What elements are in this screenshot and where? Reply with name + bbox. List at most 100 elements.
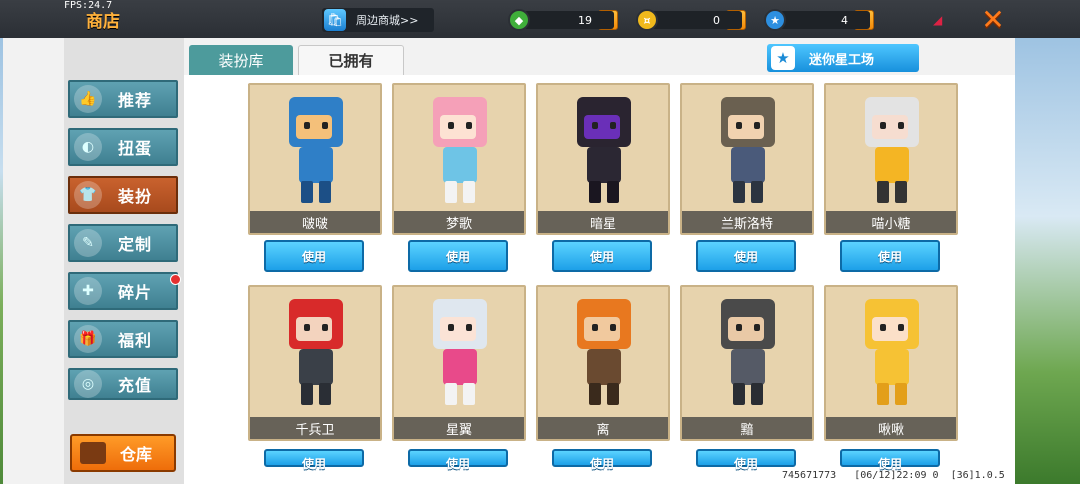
skin-avatar — [719, 297, 777, 407]
scene-right — [1015, 38, 1080, 484]
use-button[interactable]: 使用 — [696, 449, 796, 471]
use-button[interactable]: 使用 — [552, 240, 652, 272]
avatar-leg — [301, 181, 313, 203]
skin-name: 啾啾 — [826, 417, 956, 439]
sidebar-item-outfit[interactable]: 👕 装扮 — [68, 176, 178, 214]
skin-avatar — [575, 95, 633, 205]
skin-name: 星翼 — [394, 417, 524, 439]
sidebar-item-recharge[interactable]: ◎ 充值 — [68, 368, 178, 400]
skin-name: 千兵卫 — [250, 417, 380, 439]
tab-owned[interactable]: 已拥有 — [298, 45, 404, 75]
merch-mall-button[interactable]: 🛍 周边商城>> — [322, 8, 434, 32]
merch-mall-label: 周边商城>> — [356, 14, 419, 27]
avatar-leg — [445, 181, 457, 203]
skin-card[interactable]: 暗星 — [536, 83, 670, 235]
avatar-leg — [895, 383, 907, 405]
avatar-eye — [448, 324, 454, 331]
avatar-eye — [322, 324, 328, 331]
skin-avatar — [431, 297, 489, 407]
chest-icon — [80, 442, 106, 464]
build-info: 745671773 [06/12]22:09 0 [36]1.0.5 — [782, 470, 1005, 481]
skin-card[interactable]: 喵小糖 — [824, 83, 958, 235]
skin-card[interactable]: 离 — [536, 285, 670, 441]
sidebar-item-recommend[interactable]: 👍 推荐 — [68, 80, 178, 118]
capsule-icon: ◐ — [74, 133, 102, 161]
use-button[interactable]: 使用 — [840, 449, 940, 471]
use-button[interactable]: 使用 — [840, 240, 940, 272]
avatar-body — [875, 349, 909, 385]
skin-name: 梦歌 — [394, 211, 524, 233]
avatar-leg — [877, 181, 889, 203]
shirt-icon: 👕 — [74, 181, 102, 209]
use-button[interactable]: 使用 — [264, 240, 364, 272]
skin-card[interactable]: 啵啵 — [248, 83, 382, 235]
currency-star: ★ 4 + — [764, 9, 874, 31]
skin-name: 暗星 — [538, 211, 668, 233]
avatar-eye — [610, 324, 616, 331]
avatar-leg — [463, 383, 475, 405]
avatar-eye — [754, 122, 760, 129]
skin-avatar — [575, 297, 633, 407]
sidebar-item-fragments[interactable]: ✚ 碎片 — [68, 272, 178, 310]
sidebar-item-label: 碎片 — [118, 283, 153, 302]
skin-name: 离 — [538, 417, 668, 439]
avatar-eye — [466, 324, 472, 331]
avatar-eye — [448, 122, 454, 129]
thumbs-up-icon: 👍 — [74, 85, 102, 113]
avatar-leg — [895, 181, 907, 203]
close-button[interactable]: ✕ — [974, 2, 1012, 36]
sidebar-item-custom[interactable]: ✎ 定制 — [68, 224, 178, 262]
skin-card[interactable]: 黯 — [680, 285, 814, 441]
use-button[interactable]: 使用 — [264, 449, 364, 471]
skin-card[interactable]: 梦歌 — [392, 83, 526, 235]
avatar-body — [299, 147, 333, 183]
skin-avatar — [431, 95, 489, 205]
avatar-leg — [733, 383, 745, 405]
gift-icon: 🎁 — [74, 325, 102, 353]
puzzle-icon: ✚ — [74, 277, 102, 305]
skin-card[interactable]: 星翼 — [392, 285, 526, 441]
avatar-leg — [751, 181, 763, 203]
tab-outfit-library[interactable]: 装扮库 — [189, 45, 293, 75]
avatar-body — [731, 147, 765, 183]
avatar-leg — [607, 383, 619, 405]
skin-card[interactable]: 兰斯洛特 — [680, 83, 814, 235]
use-button[interactable]: 使用 — [408, 240, 508, 272]
workshop-label: 迷你星工场 — [809, 52, 875, 68]
signal-icon: ◢ — [933, 13, 943, 27]
skin-avatar — [863, 297, 921, 407]
avatar-eye — [880, 122, 886, 129]
avatar-eye — [898, 324, 904, 331]
avatar-body — [443, 147, 477, 183]
avatar-leg — [463, 181, 475, 203]
warehouse-button[interactable]: 仓库 — [70, 434, 176, 472]
avatar-eye — [304, 324, 310, 331]
mini-star-workshop-button[interactable]: ★ 迷你星工场 — [767, 44, 919, 72]
use-button[interactable]: 使用 — [696, 240, 796, 272]
avatar-eye — [736, 324, 742, 331]
star-icon: ★ — [771, 46, 795, 70]
avatar-eye — [592, 122, 598, 129]
skin-avatar — [719, 95, 777, 205]
avatar-leg — [319, 383, 331, 405]
skin-card[interactable]: 啾啾 — [824, 285, 958, 441]
currency-gems: ◆ 19 + — [508, 9, 618, 31]
sidebar-item-welfare[interactable]: 🎁 福利 — [68, 320, 178, 358]
use-button[interactable]: 使用 — [552, 449, 652, 471]
skin-name: 兰斯洛特 — [682, 211, 812, 233]
avatar-leg — [751, 383, 763, 405]
avatar-body — [587, 147, 621, 183]
use-button[interactable]: 使用 — [408, 449, 508, 471]
sidebar-item-label: 扭蛋 — [118, 139, 153, 158]
avatar-leg — [301, 383, 313, 405]
skin-card[interactable]: 千兵卫 — [248, 285, 382, 441]
avatar-eye — [466, 122, 472, 129]
avatar-eye — [880, 324, 886, 331]
top-bar: FPS:24.7 商店 🛍 周边商城>> ◆ 19 + ¤ 0 + ★ 4 + … — [0, 0, 1080, 38]
avatar-eye — [610, 122, 616, 129]
avatar-eye — [304, 122, 310, 129]
skin-name: 黯 — [682, 417, 812, 439]
sidebar-item-gacha[interactable]: ◐ 扭蛋 — [68, 128, 178, 166]
avatar-body — [875, 147, 909, 183]
green-gem-icon: ◆ — [508, 9, 530, 31]
